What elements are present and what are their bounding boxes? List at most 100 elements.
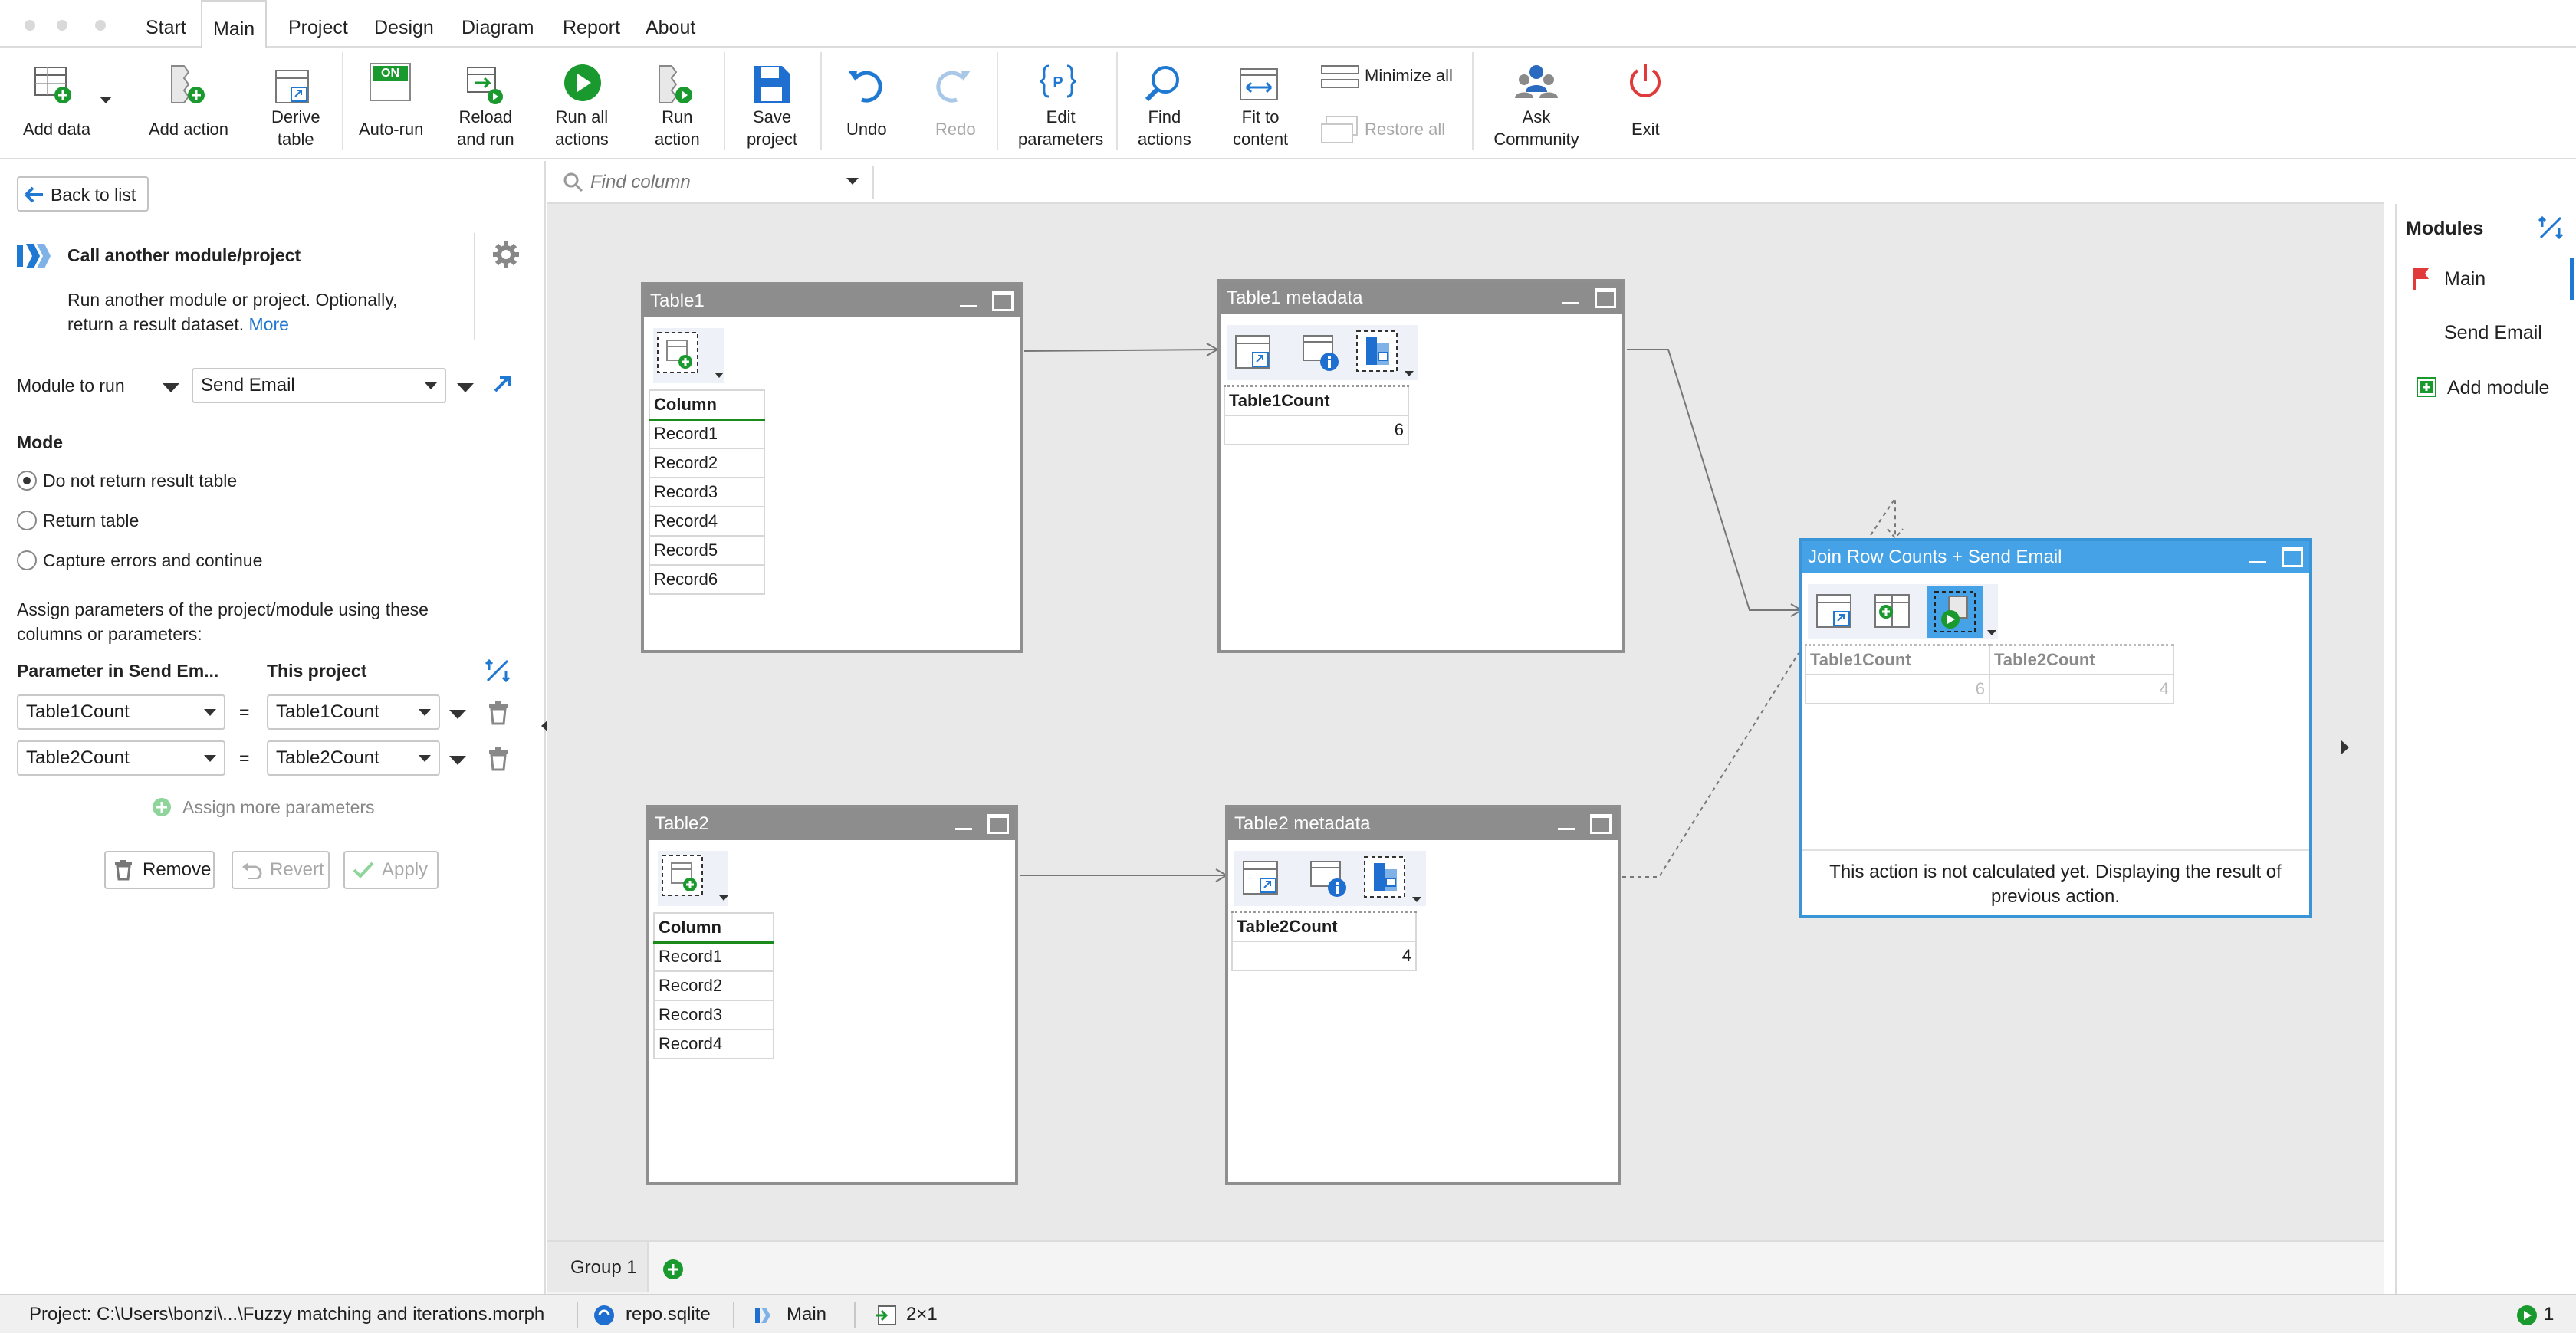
minimize-icon[interactable]	[958, 293, 978, 310]
window-close-dot[interactable]	[25, 20, 35, 31]
restore-all-button[interactable]: Restore all	[1320, 113, 1474, 147]
node-table1-metadata[interactable]: Table1 metadata Table1Count 6	[1217, 279, 1625, 653]
derive-table-icon[interactable]	[1233, 331, 1276, 374]
auto-run-button[interactable]: ON Auto-run	[354, 55, 431, 155]
assign-more-parameters-button[interactable]: Assign more parameters	[152, 794, 382, 820]
node-table1[interactable]: Table1 Column Record1 Record2 Record3 Re…	[641, 282, 1023, 653]
menu-report[interactable]: Report	[552, 0, 631, 48]
sort-modules-icon[interactable]	[2538, 215, 2564, 241]
toolbar-dropdown-icon[interactable]	[1987, 630, 1996, 635]
param-select-row2[interactable]: Table2Count	[17, 740, 225, 776]
revert-button[interactable]: Revert	[232, 851, 330, 889]
menu-start[interactable]: Start	[135, 0, 197, 48]
maximize-icon[interactable]	[2282, 547, 2303, 567]
menu-diagram[interactable]: Diagram	[451, 0, 544, 48]
save-project-button[interactable]: Save project	[739, 55, 808, 155]
menu-about[interactable]: About	[635, 0, 706, 48]
call-module-selected[interactable]	[1927, 586, 1983, 638]
add-data-button[interactable]: Add data	[14, 55, 113, 155]
trash-icon[interactable]	[488, 747, 509, 771]
project-select-row1[interactable]: Table1Count	[267, 694, 440, 730]
trash-icon[interactable]	[488, 701, 509, 725]
apply-button[interactable]: Apply	[343, 851, 439, 889]
param-select-row1[interactable]: Table1Count	[17, 694, 225, 730]
mode-radio-capture-errors[interactable]	[17, 550, 37, 570]
maximize-icon[interactable]	[992, 291, 1014, 311]
open-module-icon[interactable]	[492, 373, 514, 394]
maximize-icon[interactable]	[1595, 288, 1616, 308]
derive-table-icon[interactable]	[1240, 857, 1283, 900]
metadata-selected-icon[interactable]	[1363, 855, 1406, 898]
window-maximize-dot[interactable]	[95, 20, 106, 31]
row2-options-dropdown-icon[interactable]	[449, 756, 466, 765]
add-table-icon[interactable]	[656, 331, 699, 374]
mode-radio-no-return[interactable]	[17, 471, 37, 491]
minimize-icon[interactable]	[954, 816, 974, 832]
derive-table-button[interactable]: Derive table	[264, 55, 325, 155]
find-column-input[interactable]	[590, 167, 820, 198]
run-all-actions-button[interactable]: Run all actions	[552, 55, 613, 155]
metadata-info-icon[interactable]	[1308, 857, 1351, 900]
toolbar-dropdown-icon[interactable]	[1405, 371, 1414, 376]
menu-main[interactable]: Main	[201, 0, 268, 49]
toolbar-dropdown-icon[interactable]	[719, 895, 728, 901]
derive-table-icon[interactable]	[1814, 590, 1857, 633]
minimize-all-button[interactable]: Minimize all	[1320, 61, 1474, 95]
minimize-icon[interactable]	[1561, 290, 1581, 307]
node-table2[interactable]: Table2 Column Record1 Record2 Record3 Re…	[646, 805, 1018, 1185]
ribbon-separator	[342, 52, 343, 150]
project-select-row2[interactable]: Table2Count	[267, 740, 440, 776]
mode-radio-return-table[interactable]	[17, 511, 37, 530]
menu-project[interactable]: Project	[278, 0, 359, 48]
call-module-icon	[17, 244, 51, 268]
back-to-list-button[interactable]: Back to list	[17, 176, 149, 212]
maximize-icon[interactable]	[1590, 814, 1612, 834]
add-action-button[interactable]: Add action	[143, 55, 235, 155]
metadata-selected-icon[interactable]	[1355, 330, 1398, 373]
find-dropdown-icon[interactable]	[846, 178, 859, 185]
module-item-send-email[interactable]: Send Email	[2397, 311, 2576, 354]
expand-right-panel-icon[interactable]	[2341, 740, 2349, 754]
menu-design[interactable]: Design	[363, 0, 445, 48]
add-group-icon[interactable]	[662, 1259, 684, 1280]
run-action-button[interactable]: Run action	[647, 55, 708, 155]
edit-parameters-button[interactable]: P Edit parameters	[1014, 55, 1106, 155]
find-actions-button[interactable]: Find actions	[1130, 55, 1199, 155]
column-header: Column	[649, 389, 765, 421]
fit-to-content-button[interactable]: Fit to content	[1225, 55, 1294, 155]
redo-button[interactable]: Redo	[922, 55, 983, 155]
minimize-icon[interactable]	[1556, 816, 1576, 832]
toolbar-dropdown-icon[interactable]	[1412, 897, 1421, 902]
add-data-dropdown-icon[interactable]	[100, 97, 112, 103]
add-column-icon[interactable]	[1872, 590, 1915, 633]
node-table2-metadata[interactable]: Table2 metadata Table2Count 4	[1225, 805, 1621, 1185]
maximize-icon[interactable]	[987, 814, 1009, 834]
row1-options-dropdown-icon[interactable]	[449, 710, 466, 719]
tab-group-1[interactable]: Group 1	[547, 1242, 649, 1292]
remove-button[interactable]: Remove	[104, 851, 215, 889]
module-options-dropdown-icon[interactable]	[457, 383, 474, 392]
exit-button[interactable]: Exit	[1618, 55, 1671, 155]
status-module[interactable]: Main	[787, 1295, 826, 1333]
gear-icon[interactable]	[492, 241, 520, 268]
status-repo[interactable]: repo.sqlite	[626, 1295, 711, 1333]
module-to-run-select[interactable]: Send Email	[192, 368, 446, 403]
reload-and-run-button[interactable]: Reload and run	[452, 55, 521, 155]
metadata-info-icon[interactable]	[1300, 331, 1343, 374]
minimize-icon[interactable]	[2248, 549, 2268, 566]
node-join-title[interactable]: Join Row Counts + Send Email	[1802, 541, 2309, 573]
more-link[interactable]: More	[249, 314, 289, 334]
module-item-main[interactable]: Main	[2397, 258, 2576, 300]
window-minimize-dot[interactable]	[57, 20, 67, 31]
toolbar-dropdown-icon[interactable]	[715, 373, 724, 378]
add-module-button[interactable]: Add module	[2397, 366, 2576, 409]
add-table-icon[interactable]	[661, 854, 704, 897]
undo-button[interactable]: Undo	[836, 55, 897, 155]
column-header: Table2Count	[1989, 644, 2174, 675]
auto-assign-icon[interactable]	[485, 658, 512, 684]
module-source-dropdown-icon[interactable]	[163, 383, 179, 392]
running-tasks-icon[interactable]	[2516, 1305, 2538, 1326]
column-header: Table1Count	[1224, 385, 1409, 416]
node-join-row-counts[interactable]: Join Row Counts + Send Email Table1Count…	[1799, 538, 2312, 918]
ask-community-button[interactable]: Ask Community	[1487, 55, 1587, 155]
